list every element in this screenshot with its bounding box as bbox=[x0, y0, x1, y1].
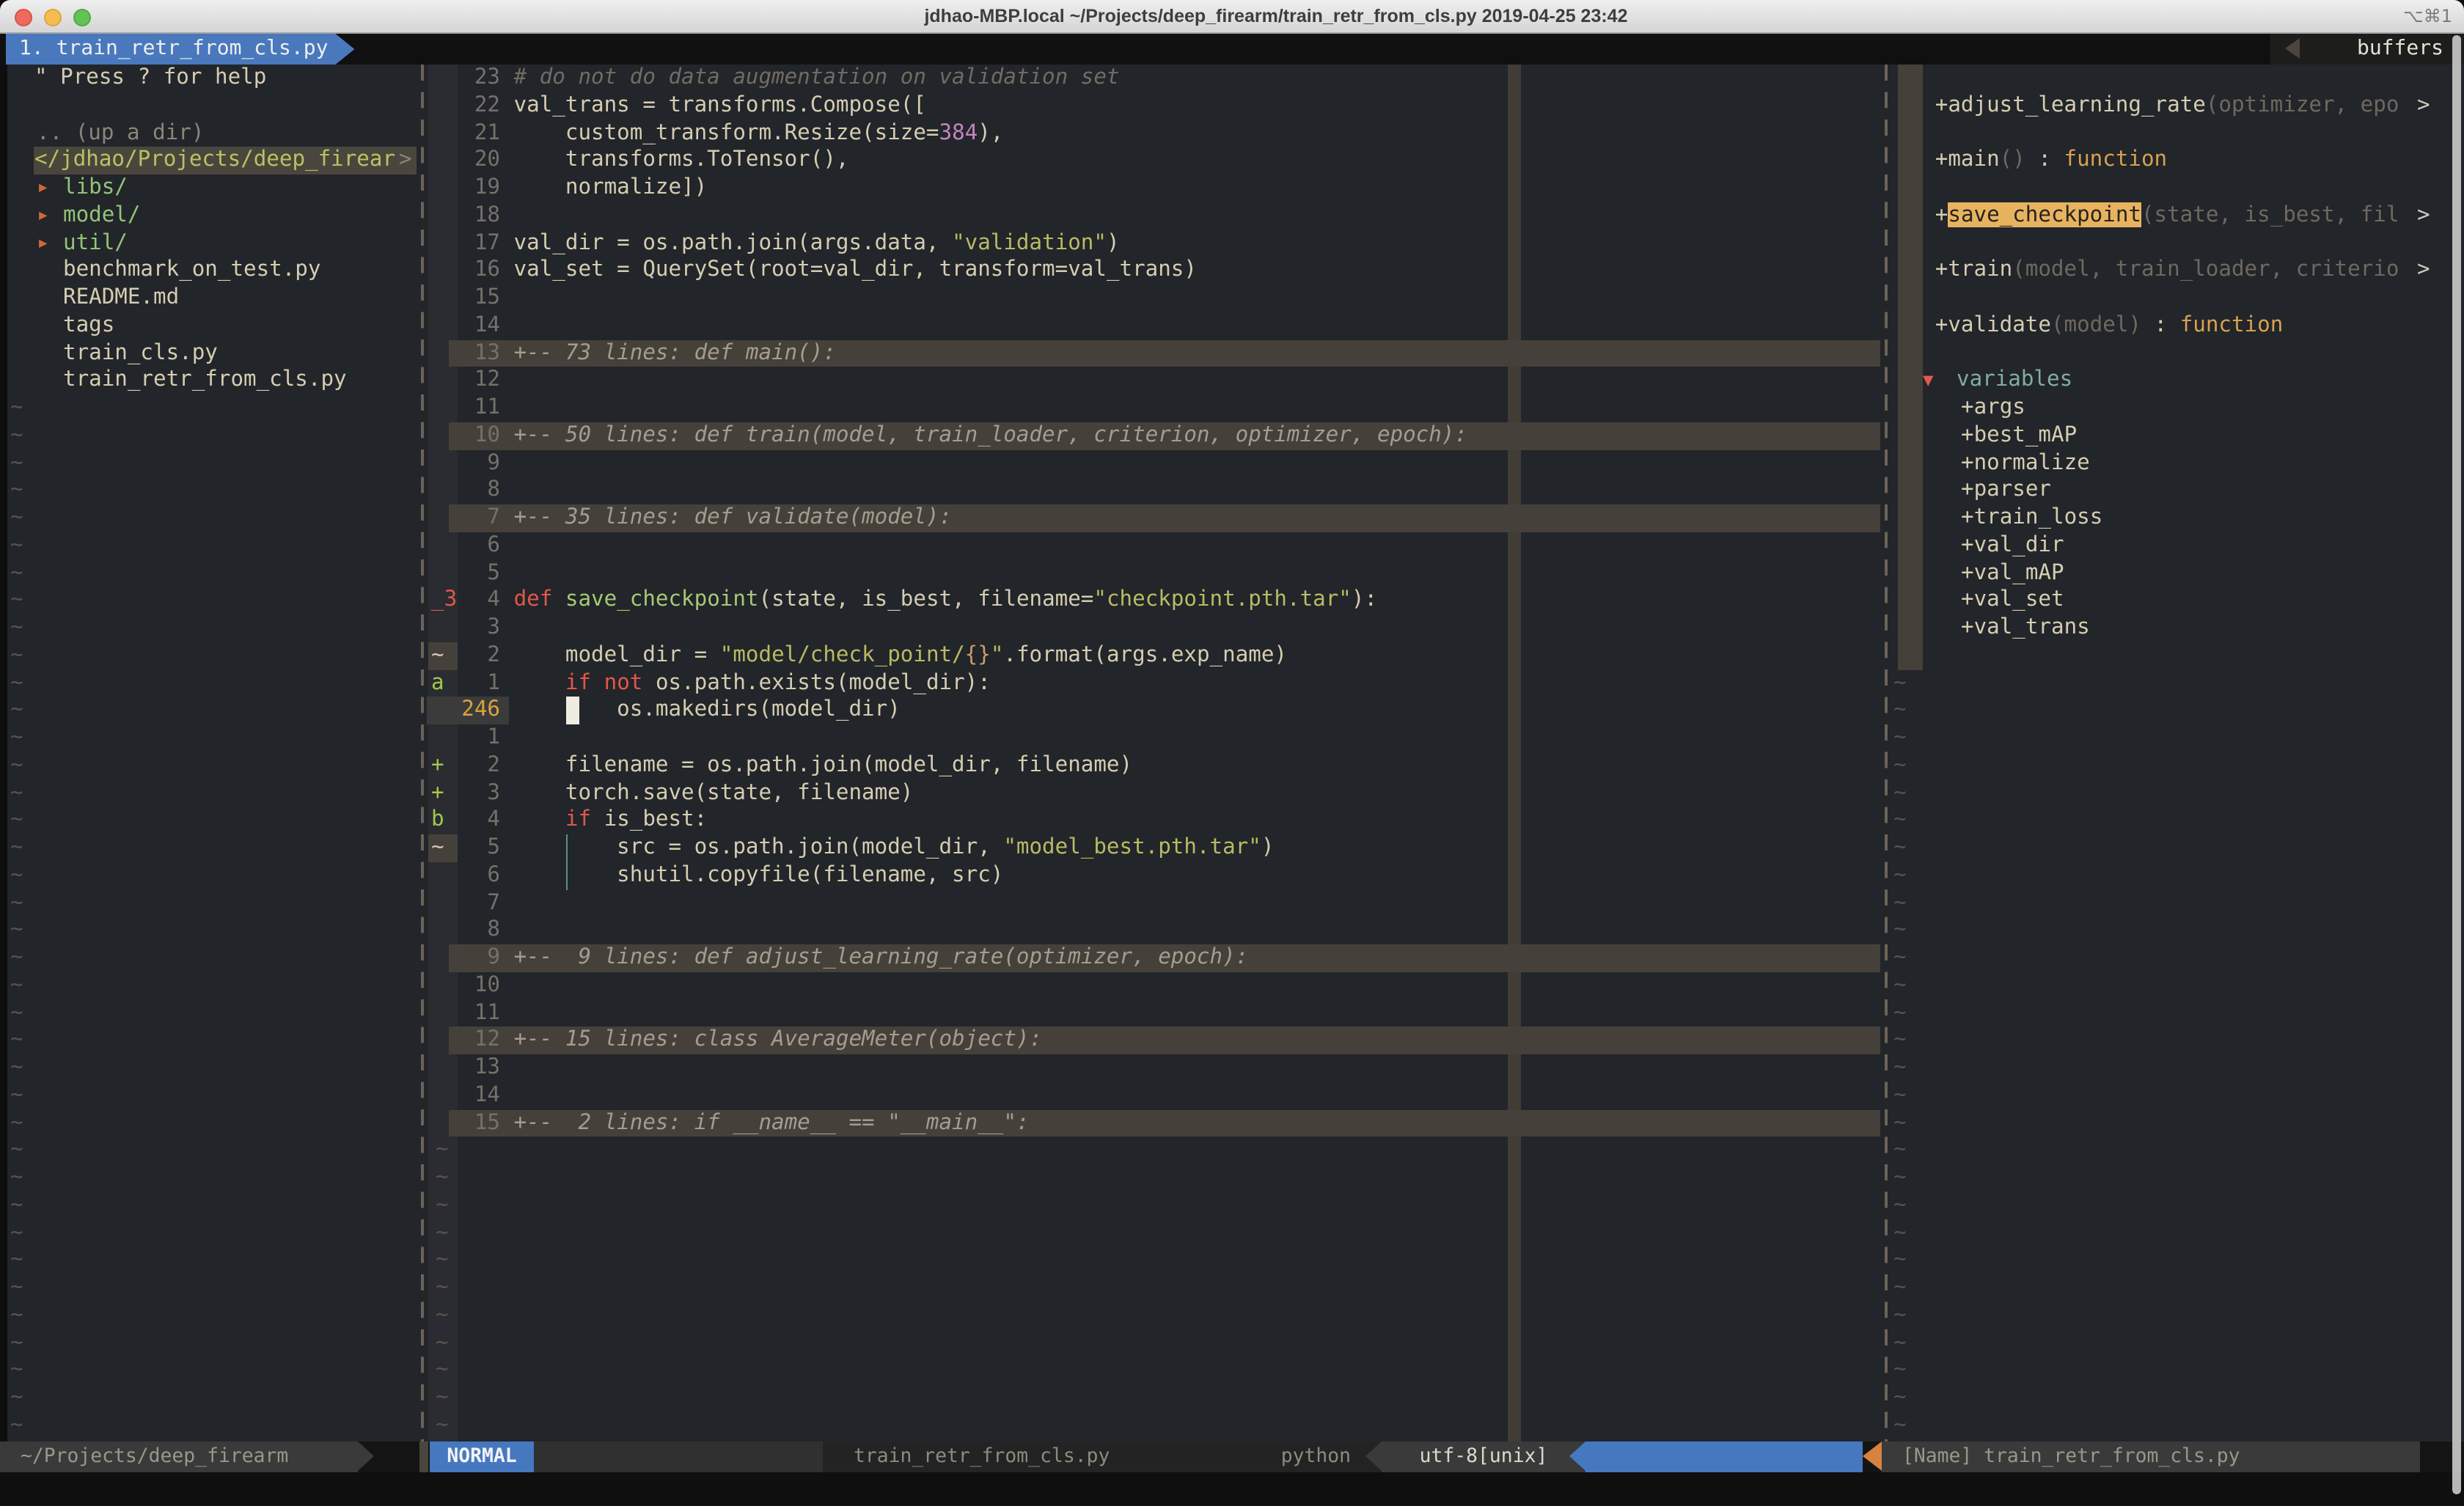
tab-train-retr-from-cls[interactable]: 1. train_retr_from_cls.py bbox=[6, 34, 354, 65]
buffers-collapse-icon bbox=[2285, 38, 2300, 59]
window-shortcut-badge: ⌥⌘1 bbox=[2403, 0, 2452, 34]
window-separator-right[interactable] bbox=[1885, 65, 1888, 1441]
window-title: jdhao-MBP.local ~/Projects/deep_firearm/… bbox=[176, 0, 2376, 34]
statusline-file-section: train_retr_from_cls.py python bbox=[823, 1441, 1382, 1472]
close-window-button[interactable] bbox=[15, 8, 32, 26]
statusline-separator-notch bbox=[419, 1441, 428, 1472]
zoom-window-button[interactable] bbox=[73, 8, 91, 26]
scrollbar[interactable] bbox=[2452, 35, 2461, 1494]
statusline-nerdtree-path: ~/Projects/deep_firearm bbox=[0, 1441, 358, 1472]
powerline-separator-orange-icon bbox=[1863, 1441, 1882, 1471]
powerline-separator-icon bbox=[358, 1441, 374, 1471]
statusline-position-section: 86% ≡ 246/284LN : 5 bbox=[1585, 1441, 1863, 1472]
sign-column bbox=[428, 65, 458, 1441]
statusline-filename: train_retr_from_cls.py bbox=[854, 1441, 1110, 1472]
statusline-filetype: python bbox=[1281, 1441, 1351, 1472]
statusline-encoding: utf-8[unix] bbox=[1382, 1441, 1585, 1472]
powerline-separator-icon bbox=[1569, 1441, 1585, 1471]
window-separator-left[interactable] bbox=[420, 65, 423, 1441]
tagbar-gutter-stripe bbox=[1897, 65, 1923, 669]
editor-background bbox=[7, 65, 2464, 1441]
statusline-git-section: +8 ~3 -3 master bbox=[534, 1441, 823, 1472]
tabline: 1. train_retr_from_cls.py buffers bbox=[0, 34, 2464, 65]
terminal-window: jdhao-MBP.local ~/Projects/deep_firearm/… bbox=[0, 0, 2464, 1506]
minimize-window-button[interactable] bbox=[44, 8, 62, 26]
command-line bbox=[0, 1472, 2464, 1506]
window-titlebar: jdhao-MBP.local ~/Projects/deep_firearm/… bbox=[0, 0, 2464, 34]
powerline-separator-icon bbox=[1365, 1441, 1382, 1471]
buffers-label: buffers bbox=[2357, 34, 2443, 65]
color-column-marker bbox=[1508, 65, 1521, 1441]
statusline: ~/Projects/deep_firearm NORMAL +8 ~3 -3 … bbox=[0, 1441, 2464, 1472]
mode-indicator: NORMAL bbox=[430, 1441, 534, 1472]
statusline-tagbar-status: [Name] train_retr_from_cls.py bbox=[1882, 1441, 2420, 1472]
